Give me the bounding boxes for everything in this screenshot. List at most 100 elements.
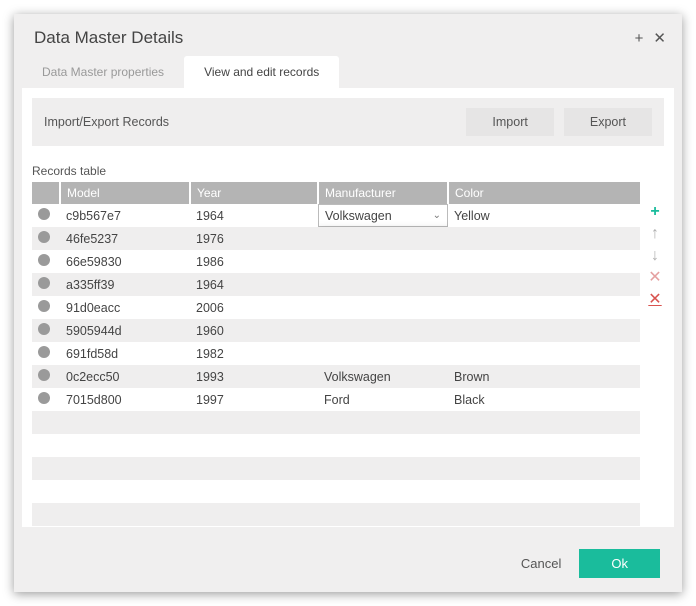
cell-year[interactable]: 2006 bbox=[190, 296, 318, 319]
row-handle[interactable] bbox=[32, 388, 60, 411]
row-handle[interactable] bbox=[32, 365, 60, 388]
cell-color[interactable] bbox=[448, 250, 640, 273]
row-handle[interactable] bbox=[32, 204, 60, 227]
cancel-button[interactable]: Cancel bbox=[521, 556, 561, 571]
cell-manufacturer[interactable] bbox=[318, 250, 448, 273]
cell-year[interactable]: 1982 bbox=[190, 342, 318, 365]
cell-color[interactable] bbox=[448, 342, 640, 365]
cell-manufacturer[interactable] bbox=[318, 503, 448, 526]
cell-year[interactable]: 1976 bbox=[190, 227, 318, 250]
cell-year[interactable] bbox=[190, 480, 318, 503]
cell-manufacturer[interactable] bbox=[318, 480, 448, 503]
cell-year[interactable]: 1960 bbox=[190, 319, 318, 342]
cell-model[interactable] bbox=[60, 480, 190, 503]
delete-row-icon[interactable]: ✕ bbox=[646, 270, 664, 286]
cell-year[interactable]: 1997 bbox=[190, 388, 318, 411]
cell-model[interactable]: 91d0eacc bbox=[60, 296, 190, 319]
cell-color[interactable] bbox=[448, 296, 640, 319]
tab-view-edit[interactable]: View and edit records bbox=[184, 56, 339, 88]
cell-year[interactable] bbox=[190, 411, 318, 434]
row-handle[interactable] bbox=[32, 434, 60, 457]
cell-year[interactable] bbox=[190, 457, 318, 480]
cell-model[interactable]: 691fd58d bbox=[60, 342, 190, 365]
cell-color[interactable] bbox=[448, 411, 640, 434]
row-handle[interactable] bbox=[32, 411, 60, 434]
table-row[interactable]: c9b567e71964Volkswagen⌄SelectVolkswagenC… bbox=[32, 204, 640, 227]
cell-year[interactable] bbox=[190, 434, 318, 457]
cell-color[interactable]: Yellow bbox=[448, 204, 640, 227]
cell-manufacturer[interactable] bbox=[318, 342, 448, 365]
table-row[interactable] bbox=[32, 503, 640, 526]
cell-color[interactable]: Black bbox=[448, 388, 640, 411]
cell-model[interactable] bbox=[60, 503, 190, 526]
cell-color[interactable] bbox=[448, 503, 640, 526]
row-handle[interactable] bbox=[32, 227, 60, 250]
import-button[interactable]: Import bbox=[466, 108, 553, 136]
table-row[interactable] bbox=[32, 457, 640, 480]
cell-year[interactable]: 1964 bbox=[190, 204, 318, 227]
close-icon[interactable]: ✕ bbox=[653, 31, 666, 46]
table-row[interactable]: 5905944d1960 bbox=[32, 319, 640, 342]
cell-model[interactable] bbox=[60, 434, 190, 457]
cell-manufacturer[interactable] bbox=[318, 273, 448, 296]
cell-year[interactable]: 1986 bbox=[190, 250, 318, 273]
cell-model[interactable]: 66e59830 bbox=[60, 250, 190, 273]
cell-manufacturer[interactable] bbox=[318, 434, 448, 457]
cell-model[interactable] bbox=[60, 457, 190, 480]
export-button[interactable]: Export bbox=[564, 108, 652, 136]
cell-color[interactable] bbox=[448, 319, 640, 342]
move-down-icon[interactable]: ↓ bbox=[646, 248, 664, 264]
cell-color[interactable] bbox=[448, 457, 640, 480]
cell-color[interactable] bbox=[448, 434, 640, 457]
cell-model[interactable]: 0c2ecc50 bbox=[60, 365, 190, 388]
cell-year[interactable]: 1964 bbox=[190, 273, 318, 296]
add-icon[interactable]: + bbox=[635, 31, 644, 46]
table-row[interactable] bbox=[32, 480, 640, 503]
table-row[interactable]: 0c2ecc501993VolkswagenBrown bbox=[32, 365, 640, 388]
row-handle[interactable] bbox=[32, 273, 60, 296]
table-row[interactable]: 46fe52371976 bbox=[32, 227, 640, 250]
cell-color[interactable] bbox=[448, 227, 640, 250]
row-handle[interactable] bbox=[32, 250, 60, 273]
col-header-model[interactable]: Model bbox=[60, 182, 190, 204]
table-row[interactable]: a335ff391964 bbox=[32, 273, 640, 296]
row-handle[interactable] bbox=[32, 457, 60, 480]
cell-model[interactable]: 46fe5237 bbox=[60, 227, 190, 250]
cell-model[interactable] bbox=[60, 411, 190, 434]
row-handle[interactable] bbox=[32, 342, 60, 365]
cell-manufacturer[interactable] bbox=[318, 411, 448, 434]
cell-model[interactable]: c9b567e7 bbox=[60, 204, 190, 227]
ok-button[interactable]: Ok bbox=[579, 549, 660, 578]
col-header-year[interactable]: Year bbox=[190, 182, 318, 204]
cell-year[interactable] bbox=[190, 503, 318, 526]
row-handle[interactable] bbox=[32, 480, 60, 503]
table-row[interactable]: 91d0eacc2006 bbox=[32, 296, 640, 319]
row-handle[interactable] bbox=[32, 319, 60, 342]
cell-manufacturer[interactable]: Volkswagen⌄SelectVolkswagenChryslerFordM… bbox=[318, 204, 448, 227]
cell-model[interactable]: 5905944d bbox=[60, 319, 190, 342]
cell-manufacturer[interactable]: Volkswagen bbox=[318, 365, 448, 388]
cell-year[interactable]: 1993 bbox=[190, 365, 318, 388]
delete-all-icon[interactable]: ✕ bbox=[646, 292, 664, 308]
cell-manufacturer[interactable] bbox=[318, 227, 448, 250]
move-up-icon[interactable]: ↑ bbox=[646, 226, 664, 242]
col-header-manufacturer[interactable]: Manufacturer bbox=[318, 182, 448, 204]
cell-model[interactable]: a335ff39 bbox=[60, 273, 190, 296]
table-row[interactable] bbox=[32, 434, 640, 457]
cell-color[interactable] bbox=[448, 480, 640, 503]
cell-color[interactable]: Brown bbox=[448, 365, 640, 388]
cell-manufacturer[interactable] bbox=[318, 319, 448, 342]
table-row[interactable] bbox=[32, 411, 640, 434]
row-handle[interactable] bbox=[32, 503, 60, 526]
add-row-icon[interactable]: + bbox=[646, 204, 664, 220]
cell-manufacturer[interactable] bbox=[318, 457, 448, 480]
cell-manufacturer[interactable] bbox=[318, 296, 448, 319]
row-handle[interactable] bbox=[32, 296, 60, 319]
cell-model[interactable]: 7015d800 bbox=[60, 388, 190, 411]
col-header-color[interactable]: Color bbox=[448, 182, 640, 204]
cell-manufacturer[interactable]: Ford bbox=[318, 388, 448, 411]
cell-color[interactable] bbox=[448, 273, 640, 296]
table-row[interactable]: 66e598301986 bbox=[32, 250, 640, 273]
manufacturer-dropdown[interactable]: Volkswagen⌄ bbox=[318, 204, 448, 227]
table-row[interactable]: 691fd58d1982 bbox=[32, 342, 640, 365]
